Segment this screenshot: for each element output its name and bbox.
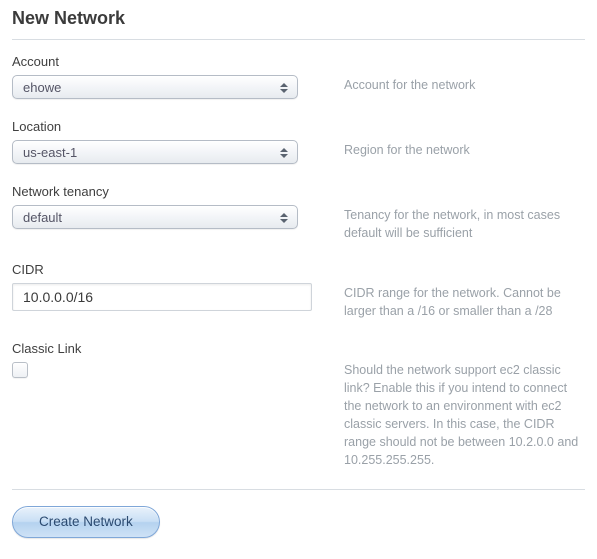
location-help-text: Region for the network	[332, 119, 585, 159]
classic-link-help-text: Should the network support ec2 classic l…	[332, 341, 585, 470]
create-network-button[interactable]: Create Network	[12, 506, 160, 538]
cidr-label: CIDR	[12, 262, 332, 277]
field-location: Location us-east-1 Region for the networ…	[12, 119, 585, 164]
divider	[12, 39, 585, 40]
updown-icon	[277, 209, 291, 227]
updown-icon	[277, 79, 291, 97]
location-label: Location	[12, 119, 332, 134]
updown-icon	[277, 144, 291, 162]
account-help-text: Account for the network	[332, 54, 585, 94]
field-tenancy: Network tenancy default Tenancy for the …	[12, 184, 585, 242]
account-select-value: ehowe	[23, 80, 61, 95]
account-select[interactable]: ehowe	[12, 75, 298, 99]
tenancy-label: Network tenancy	[12, 184, 332, 199]
field-classic-link: Classic Link Should the network support …	[12, 341, 585, 470]
tenancy-select-value: default	[23, 210, 62, 225]
classic-link-checkbox[interactable]	[12, 362, 28, 378]
account-label: Account	[12, 54, 332, 69]
cidr-input[interactable]	[12, 283, 312, 311]
page-title: New Network	[12, 6, 585, 39]
field-account: Account ehowe Account for the network	[12, 54, 585, 99]
classic-link-label: Classic Link	[12, 341, 332, 356]
location-select[interactable]: us-east-1	[12, 140, 298, 164]
tenancy-help-text: Tenancy for the network, in most cases d…	[332, 184, 585, 242]
cidr-help-text: CIDR range for the network. Cannot be la…	[332, 262, 585, 320]
location-select-value: us-east-1	[23, 145, 77, 160]
divider	[12, 489, 585, 490]
field-cidr: CIDR CIDR range for the network. Cannot …	[12, 262, 585, 320]
tenancy-select[interactable]: default	[12, 205, 298, 229]
